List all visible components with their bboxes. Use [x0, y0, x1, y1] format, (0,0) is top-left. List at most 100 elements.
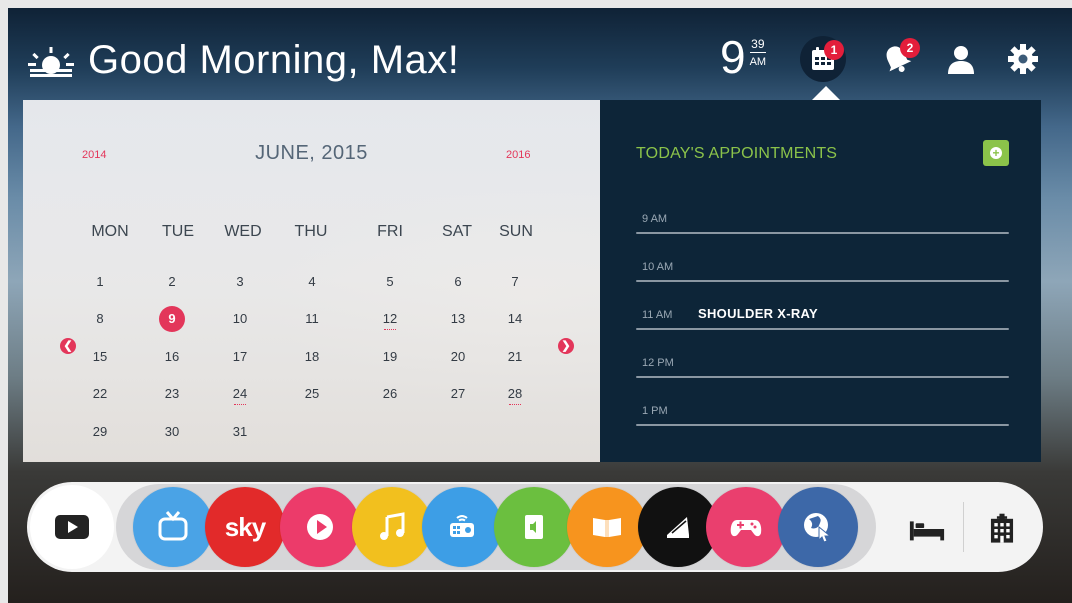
prev-month-arrow[interactable]: ❮: [60, 338, 76, 354]
sunrise-icon: [28, 46, 74, 77]
calendar-day[interactable]: 25: [296, 382, 328, 406]
calendar-day[interactable]: 27: [442, 382, 474, 406]
calendar-day[interactable]: 17: [224, 345, 256, 369]
calendar-day[interactable]: 22: [84, 382, 116, 406]
calendar-day[interactable]: 19: [374, 345, 406, 369]
calendar-day[interactable]: 6: [442, 270, 474, 294]
dock-divider: [963, 502, 964, 552]
calendar-day[interactable]: 13: [442, 307, 474, 331]
slot-time: 11 AM: [642, 309, 673, 321]
calendar-day[interactable]: 26: [374, 382, 406, 406]
calendar-day[interactable]: 14: [499, 307, 531, 331]
tv-icon: [158, 511, 188, 541]
appointment-slot[interactable]: 10 AM: [636, 261, 1009, 301]
calendar-day[interactable]: 16: [156, 345, 188, 369]
calendar-panel: 2014 JUNE, 2015 2016 MON TUE WED THU FRI…: [23, 100, 600, 462]
slot-divider: [636, 232, 1009, 234]
calendar-day[interactable]: 24: [224, 382, 256, 406]
calendar-day[interactable]: 11: [296, 307, 328, 331]
weekday-sat: SAT: [442, 223, 472, 240]
gear-icon: [1008, 44, 1038, 74]
app-sky[interactable]: sky: [205, 487, 285, 567]
slot-divider: [636, 280, 1009, 282]
panel-pointer: [812, 86, 840, 100]
calendar-day[interactable]: 9: [159, 306, 185, 332]
slot-time: 12 PM: [642, 357, 674, 369]
calendar-day[interactable]: 4: [296, 270, 328, 294]
sky-logo: sky: [224, 511, 266, 542]
weekday-fri: FRI: [377, 223, 403, 240]
calendar-day[interactable]: 3: [224, 270, 256, 294]
settings-button[interactable]: [1000, 36, 1046, 82]
hospital-button[interactable]: [982, 509, 1022, 549]
app-video[interactable]: [280, 487, 360, 567]
clock: 9 39 AM: [720, 34, 766, 80]
plus-icon: +: [990, 147, 1002, 159]
app-books[interactable]: [567, 487, 647, 567]
slot-event: SHOULDER X-RAY: [698, 306, 819, 321]
remote-icon: [450, 515, 474, 537]
app-tv[interactable]: [133, 487, 213, 567]
weekday-sun: SUN: [499, 223, 533, 240]
calendar-day[interactable]: 15: [84, 345, 116, 369]
open-book-icon: [593, 518, 621, 537]
magazine-icon: [667, 517, 689, 538]
calendar-day[interactable]: 5: [374, 270, 406, 294]
bed-button[interactable]: [907, 509, 947, 549]
weekday-wed: WED: [224, 223, 262, 240]
app-games[interactable]: [706, 487, 786, 567]
next-year-link[interactable]: 2016: [506, 149, 530, 161]
greeting-area: Good Morning, Max!: [28, 38, 459, 83]
app-remote[interactable]: [422, 487, 502, 567]
greeting-text: Good Morning, Max!: [88, 38, 460, 82]
calendar-day[interactable]: 30: [156, 420, 188, 444]
calendar-day[interactable]: 7: [499, 270, 531, 294]
weekday-mon: MON: [91, 223, 129, 240]
notifications-button[interactable]: 2: [874, 36, 920, 82]
slot-time: 1 PM: [642, 405, 668, 417]
app-music[interactable]: [352, 487, 432, 567]
user-icon: [948, 46, 974, 74]
calendar-day[interactable]: 1: [84, 270, 116, 294]
slot-time: 9 AM: [642, 213, 668, 225]
calendar-day[interactable]: 29: [84, 420, 116, 444]
calendar-day[interactable]: 21: [499, 345, 531, 369]
calendar-day[interactable]: 28: [499, 382, 531, 406]
calendar-day[interactable]: 23: [156, 382, 188, 406]
appointment-slot[interactable]: 1 PM: [636, 405, 1009, 445]
slot-divider: [636, 376, 1009, 378]
calendar-badge: 1: [824, 40, 844, 60]
calendar-day[interactable]: 18: [296, 345, 328, 369]
speaker-book-icon: [525, 515, 543, 539]
add-appointment-button[interactable]: +: [983, 140, 1009, 166]
appointment-slot[interactable]: 11 AM SHOULDER X-RAY: [636, 306, 1009, 349]
calendar-day[interactable]: 10: [224, 307, 256, 331]
appointment-slot[interactable]: 9 AM: [636, 213, 1009, 253]
weekday-thu: THU: [294, 223, 328, 240]
weekday-tue: TUE: [162, 223, 194, 240]
app-audiobook[interactable]: [494, 487, 574, 567]
slot-divider: [636, 328, 1009, 330]
profile-button[interactable]: [938, 36, 984, 82]
slot-divider: [636, 424, 1009, 426]
calendar-day[interactable]: 8: [84, 307, 116, 331]
calendar-day[interactable]: 12: [374, 307, 406, 331]
bed-icon: [909, 521, 945, 541]
calendar-day[interactable]: 2: [156, 270, 188, 294]
clock-ampm: AM: [749, 56, 767, 68]
play-icon: [55, 515, 89, 539]
music-note-icon: [380, 512, 405, 540]
clock-hour: 9: [720, 31, 746, 83]
globe-cursor-icon: [804, 513, 832, 543]
calendar-button[interactable]: 1: [800, 36, 846, 82]
slot-time: 10 AM: [642, 261, 674, 273]
notifications-badge: 2: [900, 38, 920, 58]
media-home-button[interactable]: [30, 485, 114, 569]
calendar-day[interactable]: 31: [224, 420, 256, 444]
appointments-title: TODAY'S APPOINTMENTS: [636, 145, 838, 162]
calendar-day[interactable]: 20: [442, 345, 474, 369]
appointment-slot[interactable]: 12 PM: [636, 357, 1009, 397]
next-month-arrow[interactable]: ❯: [558, 338, 574, 354]
hospital-icon: [990, 513, 1014, 543]
app-browser[interactable]: [778, 487, 858, 567]
